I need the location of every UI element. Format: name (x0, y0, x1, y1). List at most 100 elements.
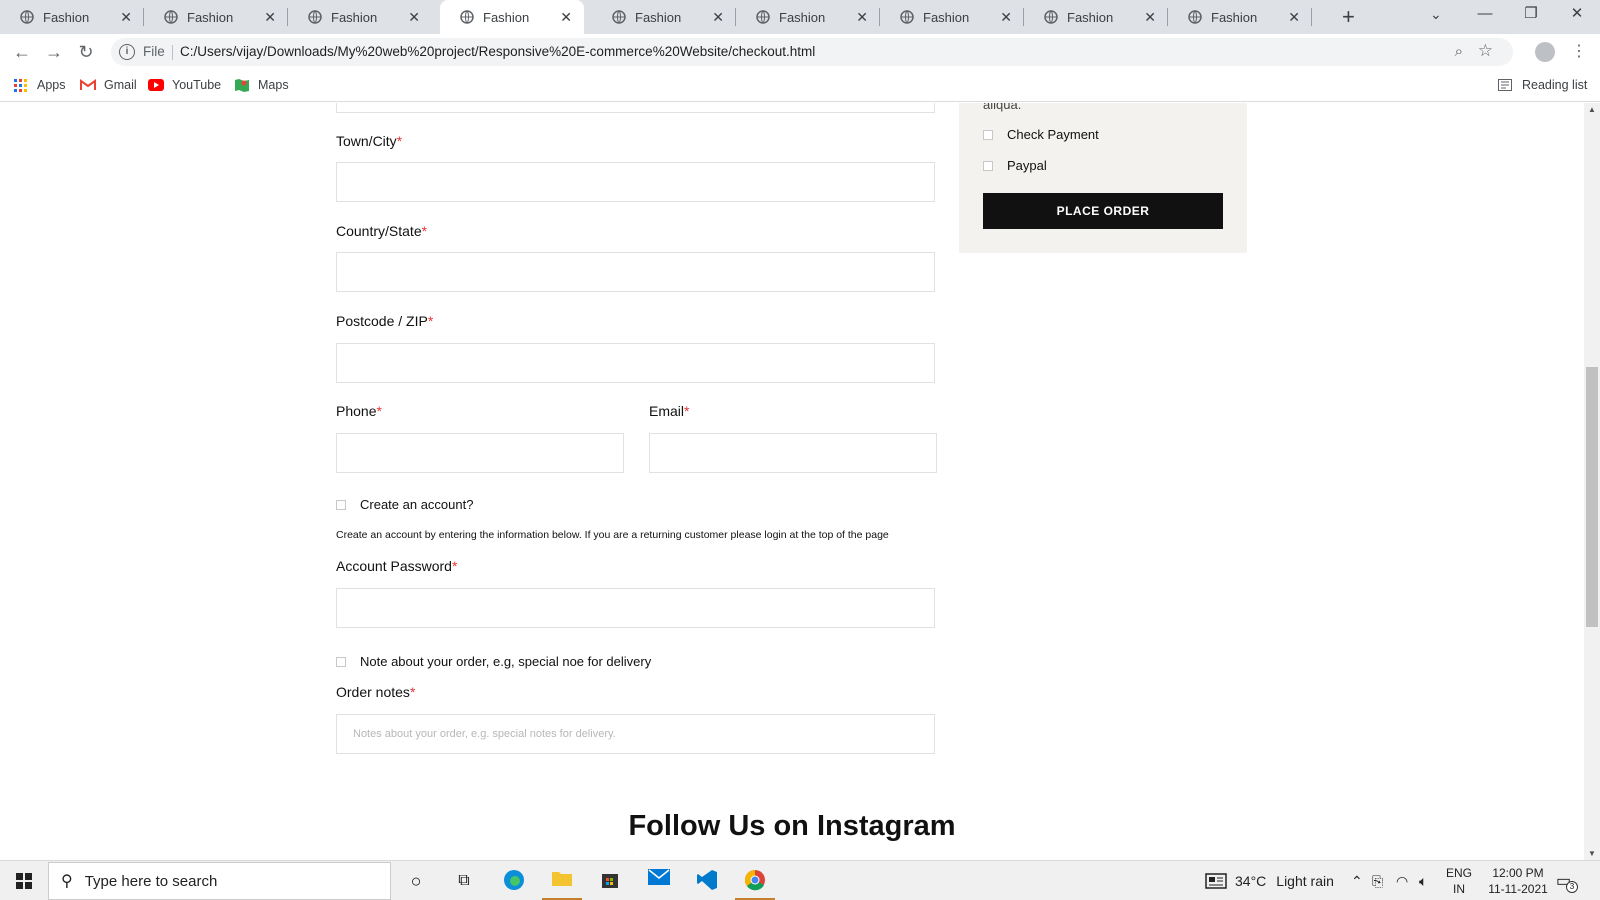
weather-temp: 34°C (1235, 873, 1267, 889)
tab-title: Fashion (483, 9, 530, 25)
create-account-label: Create an account? (360, 497, 474, 512)
scheme-label: File (143, 44, 165, 59)
cortana-circle-icon[interactable]: ○ (404, 869, 428, 893)
bookmark-apps[interactable]: Apps (14, 78, 66, 92)
globe-icon (612, 10, 626, 24)
paypal-label: Paypal (1007, 158, 1047, 173)
paypal-checkbox[interactable] (983, 160, 993, 171)
edge-browser-icon[interactable] (502, 869, 526, 893)
meet-now-icon[interactable]: ⎘ (1372, 861, 1383, 900)
window-close-icon[interactable]: ✕ (1554, 0, 1600, 30)
phone-input[interactable] (336, 433, 624, 473)
close-tab-icon[interactable]: ✕ (408, 10, 420, 24)
scrollbar-thumb[interactable] (1586, 367, 1598, 627)
tab-title: Fashion (779, 9, 826, 25)
globe-icon (460, 10, 474, 24)
order-notes-input[interactable]: Notes about your order, e.g. special not… (336, 714, 935, 754)
scroll-up-arrow-icon[interactable]: ▲ (1588, 105, 1596, 114)
mail-icon[interactable] (647, 869, 671, 893)
check-payment-checkbox[interactable] (983, 129, 993, 140)
wifi-icon[interactable]: ◠ (1396, 861, 1408, 900)
browser-tab[interactable]: Fashion ✕ (736, 0, 880, 34)
profile-avatar-icon[interactable] (1535, 42, 1555, 62)
notification-icon[interactable]: ▭ 3 (1556, 871, 1578, 893)
globe-icon (20, 10, 34, 24)
vscode-icon[interactable] (695, 869, 719, 893)
check-payment-option[interactable]: Check Payment (983, 127, 1099, 142)
tab-title: Fashion (1067, 9, 1114, 25)
globe-icon (164, 10, 178, 24)
address-bar[interactable]: i File C:/Users/vijay/Downloads/My%20web… (111, 38, 1513, 66)
order-note-checkbox[interactable] (336, 656, 346, 667)
browser-tab[interactable]: Fashion ✕ (592, 0, 736, 34)
account-password-input[interactable] (336, 588, 935, 628)
town-city-input[interactable] (336, 162, 935, 202)
taskbar-search-box[interactable]: ⚲ Type here to search (48, 862, 391, 900)
order-note-row[interactable]: Note about your order, e.g, special noe … (336, 654, 651, 669)
email-input[interactable] (649, 433, 937, 473)
postcode-input[interactable] (336, 343, 935, 383)
account-password-label: Account Password* (336, 558, 458, 574)
create-account-row[interactable]: Create an account? (336, 497, 473, 512)
page-scrollbar[interactable]: ▲ ▼ (1584, 103, 1600, 860)
language-indicator[interactable]: ENG IN (1444, 865, 1474, 897)
task-view-icon[interactable]: ⧉ (452, 869, 476, 893)
close-tab-icon[interactable]: ✕ (560, 10, 572, 24)
more-menu-icon[interactable]: ⋮ (1571, 41, 1587, 61)
volume-icon[interactable]: 🔈︎ (1419, 861, 1427, 900)
browser-tab[interactable]: Fashion ✕ (880, 0, 1024, 34)
place-order-button[interactable]: PLACE ORDER (983, 193, 1223, 229)
browser-tab[interactable]: Fashion ✕ (144, 0, 288, 34)
apps-grid-icon (14, 78, 27, 92)
tab-title: Fashion (635, 9, 682, 25)
windows-start-icon[interactable] (16, 873, 32, 889)
store-icon[interactable] (598, 869, 622, 893)
forward-arrow-icon[interactable]: → (42, 40, 66, 64)
weather-widget[interactable]: 34°C Light rain (1205, 861, 1334, 900)
browser-tab[interactable]: Fashion ✕ (1168, 0, 1312, 34)
close-tab-icon[interactable]: ✕ (1144, 10, 1156, 24)
back-arrow-icon[interactable]: ← (10, 40, 34, 64)
system-clock[interactable]: 12:00 PM 11-11-2021 (1478, 865, 1558, 897)
file-explorer-icon[interactable] (550, 869, 574, 893)
close-tab-icon[interactable]: ✕ (712, 10, 724, 24)
chrome-icon[interactable] (743, 869, 767, 893)
globe-icon (900, 10, 914, 24)
reload-icon[interactable]: ↻ (74, 40, 98, 64)
create-account-checkbox[interactable] (336, 499, 346, 510)
restore-icon[interactable]: ❐ (1508, 0, 1554, 30)
tab-title: Fashion (923, 9, 970, 25)
tray-overflow-chevron-icon[interactable]: ⌃ (1351, 861, 1363, 900)
close-tab-icon[interactable]: ✕ (856, 10, 868, 24)
instagram-heading: Follow Us on Instagram (628, 810, 956, 842)
url-text[interactable]: C:/Users/vijay/Downloads/My%20web%20proj… (180, 44, 815, 59)
close-tab-icon[interactable]: ✕ (1000, 10, 1012, 24)
reading-list-icon (1498, 79, 1512, 91)
tab-search-chevron-icon[interactable]: ⌄ (1430, 6, 1442, 23)
bookmark-maps[interactable]: Maps (234, 78, 289, 92)
summary-partial-text: aliqua. (983, 103, 1022, 112)
new-tab-plus-icon[interactable]: + (1342, 5, 1355, 29)
maps-icon (235, 79, 249, 92)
zoom-magnifier-icon[interactable]: ⌕ (1455, 43, 1463, 60)
bookmark-star-icon[interactable]: ☆ (1478, 41, 1493, 61)
reading-list[interactable]: Reading list (1498, 78, 1587, 92)
browser-tab-active[interactable]: Fashion ✕ (440, 0, 584, 34)
close-tab-icon[interactable]: ✕ (1288, 10, 1300, 24)
tab-title: Fashion (1211, 9, 1258, 25)
browser-tab[interactable]: Fashion ✕ (0, 0, 144, 34)
browser-tab[interactable]: Fashion ✕ (288, 0, 432, 34)
region-code: IN (1453, 882, 1465, 896)
globe-icon (1044, 10, 1058, 24)
browser-tab[interactable]: Fashion ✕ (1024, 0, 1168, 34)
paypal-option[interactable]: Paypal (983, 158, 1047, 173)
bookmark-gmail[interactable]: Gmail (80, 78, 137, 92)
close-tab-icon[interactable]: ✕ (264, 10, 276, 24)
minimize-icon[interactable]: — (1462, 0, 1508, 30)
scroll-down-arrow-icon[interactable]: ▼ (1588, 849, 1596, 858)
address-input-partial[interactable] (336, 103, 935, 113)
bookmark-youtube[interactable]: YouTube (148, 78, 221, 92)
close-tab-icon[interactable]: ✕ (120, 10, 132, 24)
site-info-icon[interactable]: i (119, 44, 135, 60)
country-state-input[interactable] (336, 252, 935, 292)
